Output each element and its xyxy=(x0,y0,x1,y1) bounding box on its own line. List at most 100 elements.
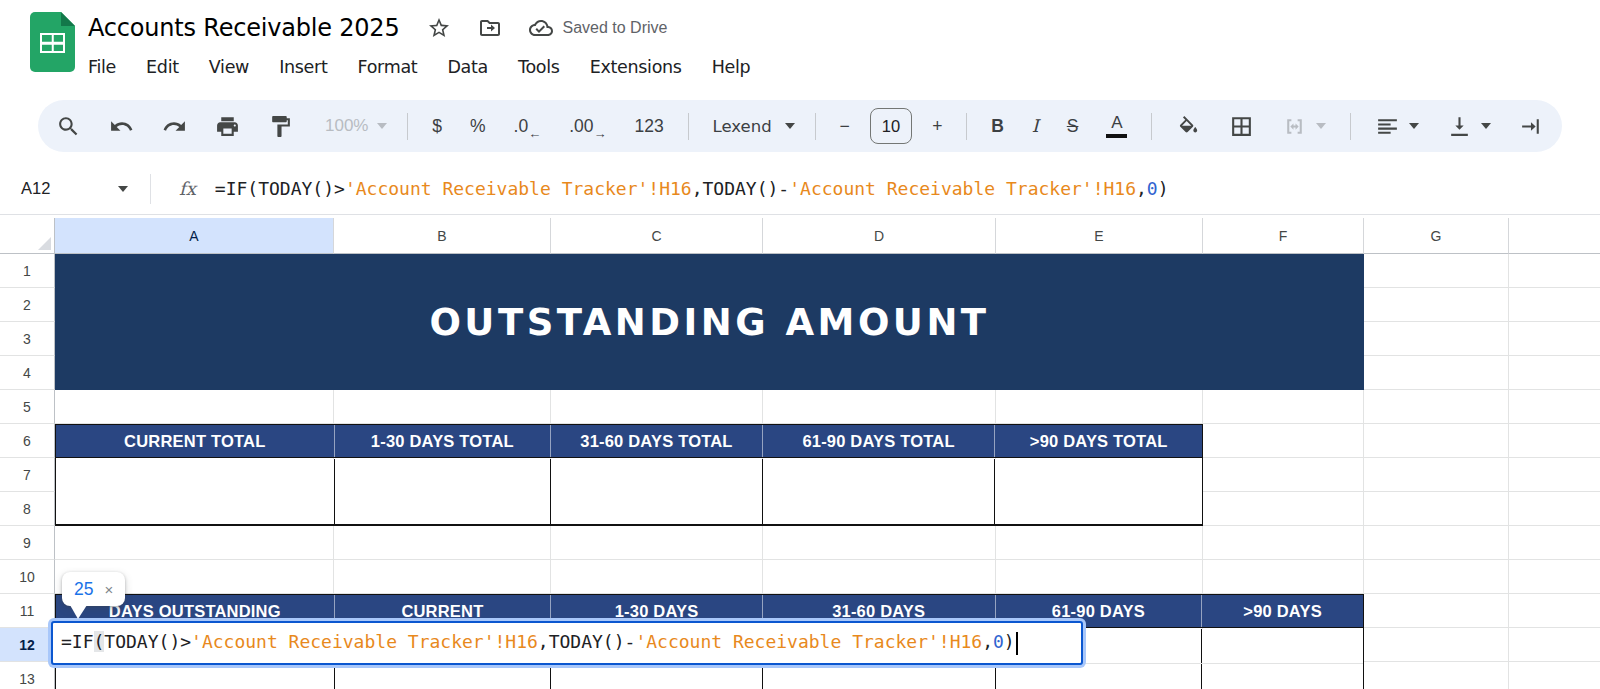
header-cell[interactable]: CURRENT TOTAL xyxy=(56,425,335,457)
cell-x2[interactable] xyxy=(1509,288,1600,322)
body-cell[interactable] xyxy=(1202,629,1363,689)
cell-B10[interactable] xyxy=(334,560,551,594)
cell-G6[interactable] xyxy=(1364,424,1509,458)
increase-decimal-button[interactable]: .00 → xyxy=(555,106,620,146)
borders-button[interactable] xyxy=(1215,106,1268,146)
horizontal-align-button[interactable] xyxy=(1361,106,1433,146)
italic-button[interactable]: I xyxy=(1018,106,1053,146)
cell-F8[interactable] xyxy=(1203,492,1364,526)
cell-E10[interactable] xyxy=(996,560,1203,594)
cell-editor[interactable]: =IF(TODAY()>'Account Receivable Tracker'… xyxy=(51,621,1083,665)
cell-F10[interactable] xyxy=(1203,560,1364,594)
select-all-corner[interactable] xyxy=(0,218,55,254)
column-header-G[interactable]: G xyxy=(1364,218,1509,254)
cell-x13[interactable] xyxy=(1509,662,1600,689)
cell-G3[interactable] xyxy=(1364,322,1509,356)
star-icon[interactable] xyxy=(427,16,451,40)
more-formats-button[interactable]: 123 xyxy=(621,106,678,146)
cell-G12[interactable] xyxy=(1364,628,1509,662)
format-currency-button[interactable]: $ xyxy=(418,106,456,146)
cell-x4[interactable] xyxy=(1509,356,1600,390)
fill-color-button[interactable] xyxy=(1162,106,1215,146)
row-header-3[interactable]: 3 xyxy=(0,322,55,356)
format-percent-button[interactable]: % xyxy=(456,106,500,146)
menu-extensions[interactable]: Extensions xyxy=(575,57,697,77)
column-header-E[interactable]: E xyxy=(996,218,1203,254)
header-cell[interactable]: 31-60 DAYS TOTAL xyxy=(551,425,763,457)
row-header-6[interactable]: 6 xyxy=(0,424,55,458)
increase-font-size-button[interactable]: + xyxy=(918,106,956,146)
cell-G7[interactable] xyxy=(1364,458,1509,492)
row-header-2[interactable]: 2 xyxy=(0,288,55,322)
cell-x12[interactable] xyxy=(1509,628,1600,662)
header-cell[interactable]: 61-90 DAYS TOTAL xyxy=(763,425,996,457)
paint-format-button[interactable] xyxy=(254,106,307,146)
header-cell[interactable]: 1-30 DAYS TOTAL xyxy=(335,425,552,457)
cell-x10[interactable] xyxy=(1509,560,1600,594)
row-header-4[interactable]: 4 xyxy=(0,356,55,390)
move-folder-icon[interactable] xyxy=(478,16,502,40)
column-header-B[interactable]: B xyxy=(334,218,551,254)
body-cell[interactable] xyxy=(56,459,335,524)
cell-A5[interactable] xyxy=(55,390,334,424)
column-header-D[interactable]: D xyxy=(763,218,996,254)
cloud-saved-icon[interactable] xyxy=(529,16,553,40)
cell-B9[interactable] xyxy=(334,526,551,560)
cell-B5[interactable] xyxy=(334,390,551,424)
menu-format[interactable]: Format xyxy=(343,57,433,77)
cell-G4[interactable] xyxy=(1364,356,1509,390)
cell-G13[interactable] xyxy=(1364,662,1509,689)
menu-insert[interactable]: Insert xyxy=(264,57,342,77)
menu-help[interactable]: Help xyxy=(697,57,766,77)
cell-A9[interactable] xyxy=(55,526,334,560)
cell-D9[interactable] xyxy=(763,526,996,560)
search-button[interactable] xyxy=(42,106,95,146)
cell-x3[interactable] xyxy=(1509,322,1600,356)
row-header-5[interactable]: 5 xyxy=(0,390,55,424)
cell-F5[interactable] xyxy=(1203,390,1364,424)
cell-G1[interactable] xyxy=(1364,254,1509,288)
column-header-C[interactable]: C xyxy=(551,218,763,254)
cell-E5[interactable] xyxy=(996,390,1203,424)
cell-C10[interactable] xyxy=(551,560,763,594)
zoom-select[interactable]: 100% xyxy=(307,106,397,146)
redo-button[interactable] xyxy=(148,106,201,146)
font-select[interactable]: Lexend xyxy=(699,106,805,146)
sheets-logo-icon[interactable] xyxy=(30,12,75,72)
row-header-8[interactable]: 8 xyxy=(0,492,55,526)
row-header-13[interactable]: 13 xyxy=(0,662,55,689)
print-button[interactable] xyxy=(201,106,254,146)
cell-x11[interactable] xyxy=(1509,594,1600,628)
row-header-12[interactable]: 12 xyxy=(0,628,55,662)
cell-x9[interactable] xyxy=(1509,526,1600,560)
body-cell[interactable] xyxy=(551,459,763,524)
text-color-button[interactable]: A xyxy=(1092,106,1141,146)
cell-E9[interactable] xyxy=(996,526,1203,560)
row-header-10[interactable]: 10 xyxy=(0,560,55,594)
vertical-align-button[interactable] xyxy=(1433,106,1505,146)
decrease-font-size-button[interactable]: − xyxy=(826,106,864,146)
formula-input[interactable]: =IF(TODAY()>'Account Receivable Tracker'… xyxy=(215,178,1169,199)
cell-D5[interactable] xyxy=(763,390,996,424)
name-box[interactable]: A12 xyxy=(0,179,140,198)
header-cell[interactable]: >90 DAYS xyxy=(1202,595,1363,627)
cell-x5[interactable] xyxy=(1509,390,1600,424)
text-wrap-button[interactable] xyxy=(1505,106,1558,146)
cell-F9[interactable] xyxy=(1203,526,1364,560)
menu-view[interactable]: View xyxy=(194,57,264,77)
cell-F6[interactable] xyxy=(1203,424,1364,458)
strikethrough-button[interactable]: S xyxy=(1053,106,1093,146)
menu-edit[interactable]: Edit xyxy=(131,57,194,77)
row-header-9[interactable]: 9 xyxy=(0,526,55,560)
menu-file[interactable]: File xyxy=(73,57,131,77)
column-header-F[interactable]: F xyxy=(1203,218,1364,254)
cell-x6[interactable] xyxy=(1509,424,1600,458)
document-title[interactable]: Accounts Receivable 2025 xyxy=(88,14,400,42)
cell-G10[interactable] xyxy=(1364,560,1509,594)
cell-F7[interactable] xyxy=(1203,458,1364,492)
bold-button[interactable]: B xyxy=(977,106,1018,146)
decrease-decimal-button[interactable]: .0 ← xyxy=(500,106,556,146)
chip-close-icon[interactable]: × xyxy=(104,581,113,598)
column-header-partial[interactable] xyxy=(1509,218,1600,254)
cell-G9[interactable] xyxy=(1364,526,1509,560)
